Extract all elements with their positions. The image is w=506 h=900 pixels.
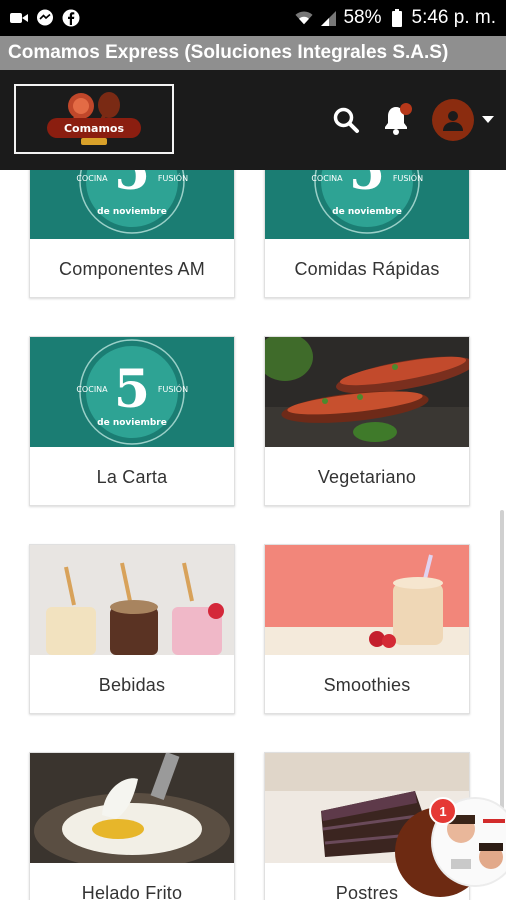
banner-left-text: COCINA xyxy=(76,174,108,183)
banner-right-text: FUSIÓN xyxy=(393,172,423,183)
banner-right-text: FUSIÓN xyxy=(158,172,188,183)
account-icon[interactable] xyxy=(432,99,474,141)
category-card[interactable]: 5 COCINA FUSIÓN de noviembre La Carta xyxy=(29,336,235,506)
chat-unread-badge: 1 xyxy=(429,797,457,825)
header-actions xyxy=(332,70,494,170)
chevron-down-icon[interactable] xyxy=(482,116,494,124)
category-label: Helado Frito xyxy=(81,883,183,900)
banner-sub-text: de noviembre xyxy=(97,207,167,217)
category-label: Bebidas xyxy=(98,675,166,695)
scrollbar[interactable] xyxy=(500,510,504,810)
banner-right-text: FUSIÓN xyxy=(158,383,188,394)
notification-dot xyxy=(400,103,412,115)
bruschetta-photo xyxy=(265,337,469,447)
teal-banner-image: 5 COCINA FUSIÓN de noviembre xyxy=(30,170,234,239)
category-grid: 5 COCINA FUSIÓN de noviembre Componentes… xyxy=(0,170,506,900)
logo-graphic: Comamos xyxy=(19,88,169,150)
battery-icon xyxy=(388,9,406,27)
status-left-icons xyxy=(10,9,80,27)
category-label: Vegetariano xyxy=(317,467,417,487)
banner-sub-text: de noviembre xyxy=(97,418,167,428)
teal-banner-image: 5 COCINA FUSIÓN de noviembre xyxy=(30,337,234,447)
svg-text:Comamos: Comamos xyxy=(64,122,125,135)
category-card[interactable]: Smoothies xyxy=(264,544,470,714)
clock: 5:46 p. m. xyxy=(411,7,497,28)
status-bar: 58% 5:46 p. m. xyxy=(0,0,506,36)
category-card[interactable]: Bebidas xyxy=(29,544,235,714)
category-card[interactable]: Helado Frito xyxy=(29,752,235,900)
category-label: Componentes AM xyxy=(59,259,205,279)
banner-left-text: COCINA xyxy=(311,174,343,183)
app-header: Comamos xyxy=(0,70,506,170)
facebook-icon xyxy=(62,9,80,27)
banner-sub-text: de noviembre xyxy=(332,207,402,217)
category-card[interactable]: Vegetariano xyxy=(264,336,470,506)
teal-banner-image: 5 COCINA FUSIÓN de noviembre xyxy=(265,170,469,239)
app-title: Comamos Express (Soluciones Integrales S… xyxy=(8,42,449,63)
category-card[interactable]: 5 COCINA FUSIÓN de noviembre Componentes… xyxy=(29,170,235,298)
messenger-icon xyxy=(36,9,54,27)
category-label: La Carta xyxy=(96,467,168,487)
fried-ice-cream-photo xyxy=(30,753,234,863)
search-icon[interactable] xyxy=(332,106,360,134)
video-call-icon xyxy=(10,9,28,27)
account-menu[interactable] xyxy=(432,99,494,141)
banner-number: 5 xyxy=(349,170,385,202)
logo[interactable]: Comamos xyxy=(14,84,174,154)
app-title-bar: Comamos Express (Soluciones Integrales S… xyxy=(0,36,506,70)
category-label: Smoothies xyxy=(323,675,411,695)
chat-bubble[interactable]: 1 xyxy=(395,795,506,900)
banner-number: 5 xyxy=(114,359,150,420)
banner-left-text: COCINA xyxy=(76,385,108,394)
category-card[interactable]: 5 COCINA FUSIÓN de noviembre Comidas Ráp… xyxy=(264,170,470,298)
signal-icon xyxy=(319,9,337,27)
bell-icon[interactable] xyxy=(382,103,412,135)
wifi-icon xyxy=(295,9,314,27)
milkshakes-photo xyxy=(30,545,234,655)
status-right: 58% 5:46 p. m. xyxy=(295,7,496,29)
smoothie-photo xyxy=(265,545,469,655)
battery-percent: 58% xyxy=(343,7,382,28)
category-label: Comidas Rápidas xyxy=(294,259,440,279)
banner-number: 5 xyxy=(114,170,150,202)
